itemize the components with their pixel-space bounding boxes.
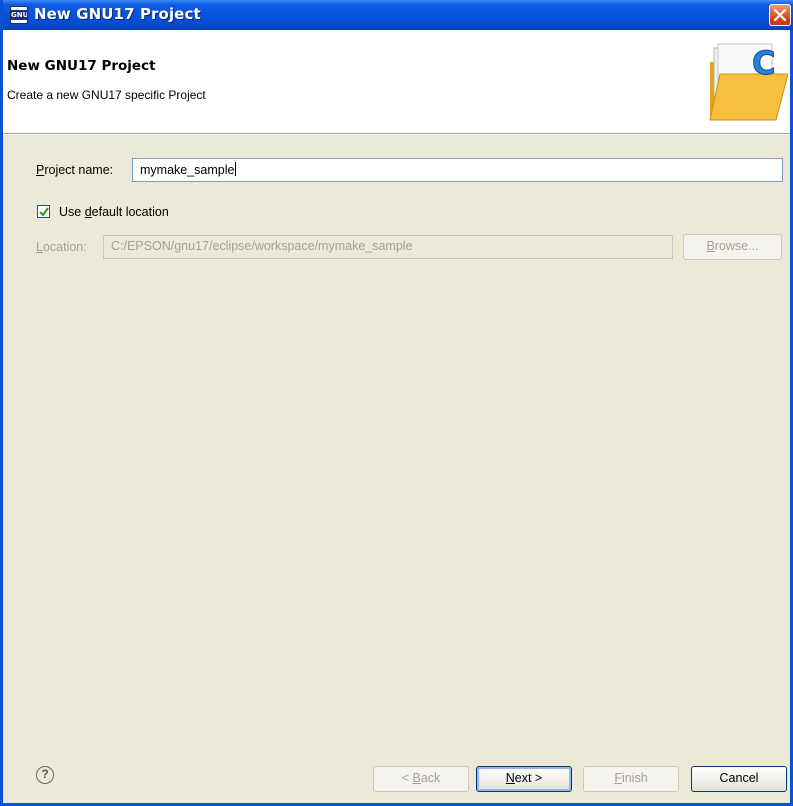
checkmark-icon [39,207,49,217]
help-icon[interactable]: ? [36,766,54,784]
location-value: C:/EPSON/gnu17/eclipse/workspace/mymake_… [111,239,413,253]
header-image-letter: C [752,44,775,82]
next-button[interactable]: Next > [476,766,572,792]
title-bar[interactable]: GNU New GNU17 Project [3,0,793,30]
use-default-location-label[interactable]: Use default location [59,205,169,219]
use-default-location-checkbox[interactable] [37,205,50,218]
wizard-title: New GNU17 Project [7,58,156,74]
location-label: Location: [36,240,87,254]
project-name-label: Project name: [36,163,114,177]
close-icon [774,9,786,21]
new-project-dialog: GNU New GNU17 Project New GNU17 Project … [0,0,793,806]
location-input[interactable]: C:/EPSON/gnu17/eclipse/workspace/mymake_… [103,235,673,259]
close-button[interactable] [769,4,791,26]
window-title: New GNU17 Project [34,5,201,23]
wizard-header: New GNU17 Project Create a new GNU17 spe… [3,30,790,134]
project-name-input[interactable]: mymake_sample [132,158,783,182]
text-caret [235,162,237,176]
cancel-button[interactable]: Cancel [691,766,787,792]
finish-button[interactable]: Finish [583,766,679,792]
back-button[interactable]: < Back [373,766,469,792]
app-icon-text: GNU [11,10,28,20]
gnu-app-icon: GNU [10,6,28,24]
header-separator [3,134,790,135]
browse-button[interactable]: Browse... [683,234,782,260]
wizard-description: Create a new GNU17 specific Project [7,88,206,102]
project-name-value: mymake_sample [140,163,235,177]
c-project-folder-icon: C [709,43,788,121]
